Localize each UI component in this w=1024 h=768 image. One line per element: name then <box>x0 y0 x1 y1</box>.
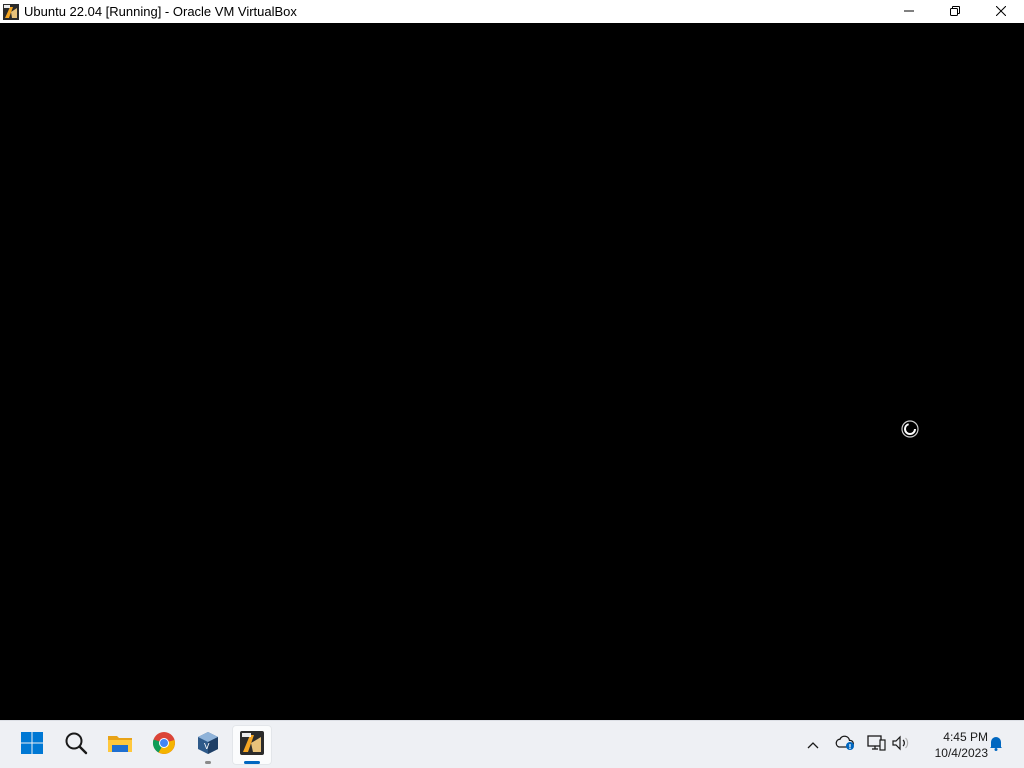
notifications-button[interactable] <box>986 733 1006 757</box>
restore-icon <box>950 3 960 21</box>
windows-start-icon <box>20 731 44 760</box>
search-icon <box>64 731 88 760</box>
clock-date: 10/4/2023 <box>934 746 988 760</box>
vm-display[interactable] <box>0 23 1024 720</box>
bell-icon <box>988 735 1004 756</box>
close-button[interactable] <box>978 0 1024 23</box>
chevron-up-icon <box>807 736 819 754</box>
search-button[interactable] <box>56 725 96 765</box>
tray-overflow-button[interactable] <box>804 733 822 757</box>
vm-window-taskbar-button[interactable] <box>232 725 272 765</box>
start-button[interactable] <box>12 725 52 765</box>
cloud-icon <box>835 735 855 756</box>
loading-spinner-icon <box>901 420 919 438</box>
chrome-icon <box>152 731 176 760</box>
virtualbox-button[interactable]: V <box>188 725 228 765</box>
minimize-button[interactable] <box>886 0 932 23</box>
file-explorer-button[interactable] <box>100 725 140 765</box>
running-indicator <box>205 761 211 764</box>
window-controls <box>886 0 1024 23</box>
svg-text:V: V <box>204 742 210 751</box>
speaker-icon <box>891 735 909 756</box>
minimize-icon <box>904 3 914 21</box>
folder-icon <box>107 731 133 760</box>
system-clock[interactable]: 4:45 PM 10/4/2023 <box>918 729 988 761</box>
title-bar[interactable]: Ubuntu 22.04 [Running] - Oracle VM Virtu… <box>0 0 1024 23</box>
restore-button[interactable] <box>932 0 978 23</box>
window-title: Ubuntu 22.04 [Running] - Oracle VM Virtu… <box>24 4 297 19</box>
virtualbox-vm-window: Ubuntu 22.04 [Running] - Oracle VM Virtu… <box>0 0 1024 720</box>
vm-app-icon <box>3 3 19 20</box>
active-indicator <box>244 761 260 764</box>
volume-tray-button[interactable] <box>890 733 910 757</box>
onedrive-tray-button[interactable] <box>834 733 856 757</box>
close-icon <box>995 3 1007 21</box>
network-icon <box>867 734 887 757</box>
virtualbox-icon: V <box>196 731 220 760</box>
network-tray-button[interactable] <box>866 733 888 757</box>
clock-time: 4:45 PM <box>943 730 988 744</box>
taskbar: V 4:45 PM 10/4/2023 <box>0 720 1024 768</box>
chrome-button[interactable] <box>144 725 184 765</box>
vm-app-icon <box>240 730 264 760</box>
